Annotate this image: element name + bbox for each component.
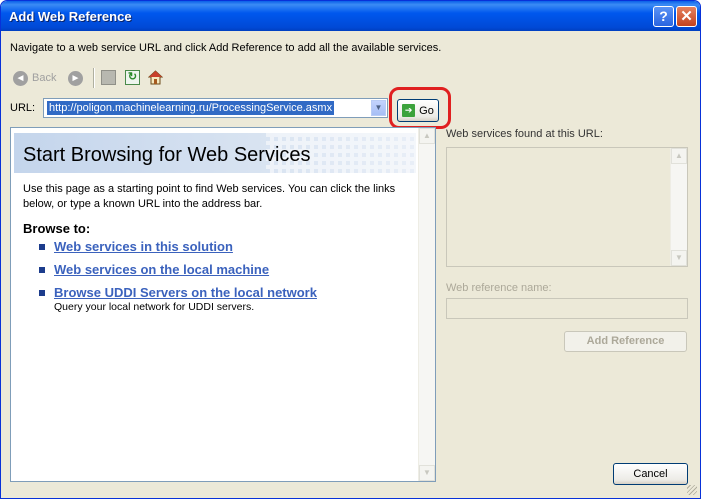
uddi-description: Query your local network for UDDI server…: [54, 301, 255, 313]
forward-button[interactable]: ►: [68, 68, 83, 88]
cancel-button[interactable]: Cancel: [613, 463, 688, 485]
services-found-label: Web services found at this URL:: [446, 128, 603, 140]
url-label: URL:: [10, 102, 36, 114]
stop-icon[interactable]: [101, 70, 116, 85]
web-reference-name-label: Web reference name:: [446, 282, 552, 294]
web-reference-name-input: [446, 298, 688, 319]
link-solution-services[interactable]: Web services in this solution: [54, 239, 233, 254]
banner: Start Browsing for Web Services: [14, 133, 416, 173]
back-icon: ◄: [13, 70, 28, 86]
go-label: Go: [419, 104, 434, 117]
refresh-icon[interactable]: ↻: [125, 70, 140, 85]
url-input[interactable]: http://poligon.machinelearning.ru/Proces…: [47, 101, 335, 115]
url-combobox[interactable]: http://poligon.machinelearning.ru/Proces…: [43, 98, 388, 118]
banner-title: Start Browsing for Web Services: [23, 144, 311, 166]
list-item: Web services on the local machine: [39, 262, 269, 277]
bullet-icon: [39, 244, 45, 250]
services-list-scrollbar: ▲ ▼: [670, 148, 687, 266]
browse-heading: Browse to:: [23, 221, 91, 236]
home-icon[interactable]: [147, 70, 164, 85]
title-bar[interactable]: Add Web Reference ? ✕: [1, 1, 700, 31]
forward-icon: ►: [68, 70, 83, 86]
help-button[interactable]: ?: [653, 6, 674, 27]
url-dropdown-button[interactable]: ▼: [371, 100, 386, 116]
toolbar-separator: [93, 68, 95, 88]
scroll-up-icon[interactable]: ▲: [419, 128, 435, 144]
instructions-text: Navigate to a web service URL and click …: [10, 42, 442, 54]
scroll-down-icon[interactable]: ▼: [419, 465, 435, 481]
bullet-icon: [39, 267, 45, 273]
list-item: Web services in this solution: [39, 239, 233, 254]
back-label: Back: [32, 72, 57, 84]
resize-grip-icon[interactable]: [687, 485, 697, 495]
link-local-machine-services[interactable]: Web services on the local machine: [54, 262, 269, 277]
window-title: Add Web Reference: [9, 9, 132, 24]
list-item: Browse UDDI Servers on the local network: [39, 285, 317, 300]
back-button[interactable]: ◄ Back: [13, 68, 56, 88]
services-found-list: ▲ ▼: [446, 147, 688, 267]
browser-scrollbar[interactable]: ▲ ▼: [418, 128, 435, 481]
link-uddi-servers[interactable]: Browse UDDI Servers on the local network: [54, 285, 317, 300]
scroll-up-icon: ▲: [671, 148, 687, 164]
go-arrow-icon: ➔: [402, 104, 416, 117]
intro-text: Use this page as a starting point to fin…: [23, 183, 396, 210]
bullet-icon: [39, 290, 45, 296]
go-button[interactable]: ➔ Go: [397, 99, 439, 122]
add-reference-button: Add Reference: [564, 331, 687, 352]
add-web-reference-dialog: Add Web Reference ? ✕ Navigate to a web …: [0, 0, 701, 499]
close-button[interactable]: ✕: [676, 6, 697, 27]
browser-pane[interactable]: Start Browsing for Web Services Use this…: [10, 127, 436, 482]
scroll-down-icon: ▼: [671, 250, 687, 266]
